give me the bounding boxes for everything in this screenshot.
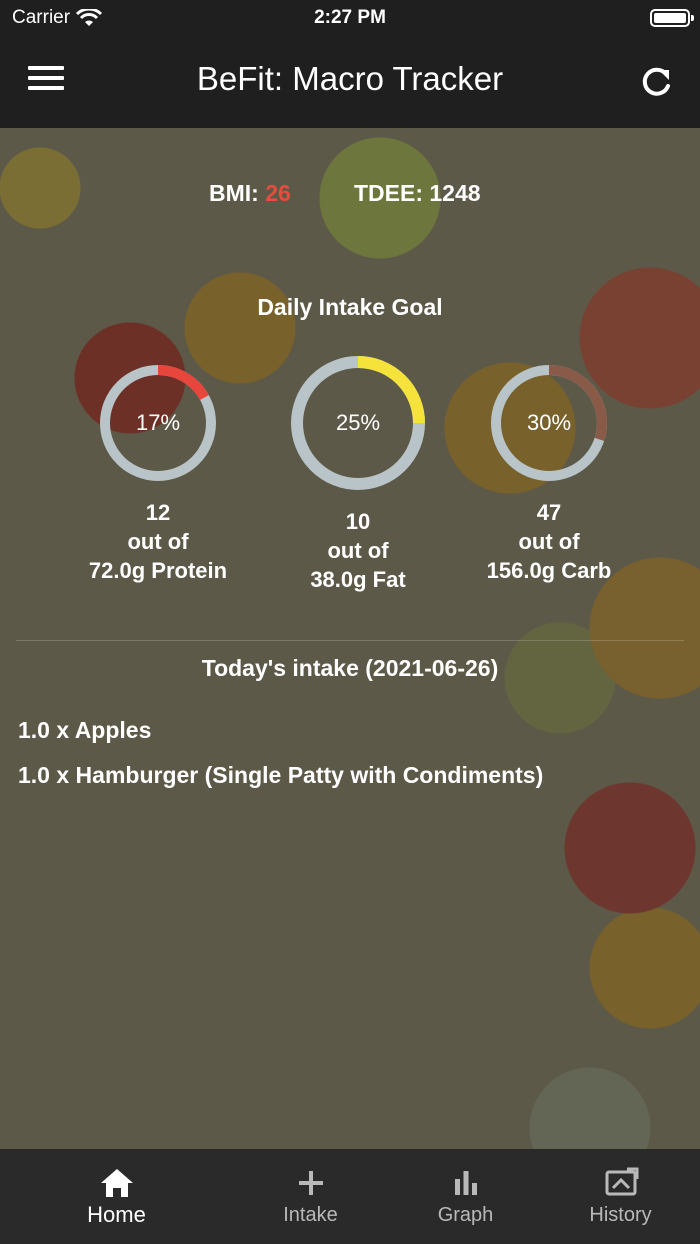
carb-percent: 30% bbox=[526, 410, 572, 435]
bmi-stat: BMI: 26 bbox=[209, 180, 291, 207]
tab-home-label: Home bbox=[87, 1202, 146, 1227]
daily-goal-title: Daily Intake Goal bbox=[257, 294, 443, 320]
history-icon bbox=[605, 1167, 638, 1196]
app-title: BeFit: Macro Tracker bbox=[196, 60, 504, 97]
home-icon bbox=[100, 1169, 133, 1197]
fat-percent: 25% bbox=[335, 410, 381, 435]
carb-label: 47 out of 156.0g Carb bbox=[449, 498, 649, 585]
refresh-icon[interactable] bbox=[636, 62, 676, 102]
carb-consumed: 47 bbox=[536, 500, 562, 525]
tab-intake[interactable]: Intake bbox=[223, 1149, 398, 1244]
tab-home[interactable]: Home bbox=[29, 1149, 204, 1244]
carb-target: 156.0g Carb bbox=[486, 558, 612, 583]
protein-label: 12 out of 72.0g Protein bbox=[58, 498, 258, 585]
protein-consumed: 12 bbox=[145, 500, 171, 525]
tdee-stat: TDEE: 1248 bbox=[354, 180, 481, 206]
fat-ring: 25% bbox=[289, 354, 427, 492]
protein-out-of: out of bbox=[127, 529, 189, 554]
tab-graph[interactable]: Graph bbox=[378, 1149, 553, 1244]
protein-percent: 17% bbox=[135, 410, 181, 435]
fat-consumed: 10 bbox=[345, 509, 371, 534]
status-bar: Carrier 2:27 PM bbox=[0, 0, 700, 36]
section-divider bbox=[16, 640, 684, 641]
todays-intake-title: Today's intake (2021-06-26) bbox=[201, 655, 499, 681]
main-content: BMI: 26 TDEE: 1248 Daily Intake Goal 17%… bbox=[0, 128, 700, 1149]
top-bar: Carrier 2:27 PM BeFit: Macro Tracker bbox=[0, 0, 700, 128]
fat-label: 10 out of 38.0g Fat bbox=[258, 507, 458, 594]
protein-target: 72.0g Protein bbox=[88, 558, 228, 583]
tab-graph-label: Graph bbox=[437, 1204, 494, 1226]
fat-out-of: out of bbox=[327, 538, 389, 563]
navigation-bar: BeFit: Macro Tracker bbox=[0, 36, 700, 128]
intake-item[interactable]: 1.0 x Hamburger (Single Patty with Condi… bbox=[18, 761, 543, 806]
intake-list: 1.0 x Apples 1.0 x Hamburger (Single Pat… bbox=[18, 716, 543, 806]
fat-target: 38.0g Fat bbox=[310, 567, 406, 592]
tab-bar: Home Intake Graph History bbox=[0, 1149, 700, 1244]
bmi-label: BMI: bbox=[209, 180, 259, 206]
clock: 2:27 PM bbox=[314, 7, 386, 28]
carb-ring: 30% bbox=[489, 363, 609, 483]
protein-ring: 17% bbox=[98, 363, 218, 483]
tab-history-label: History bbox=[589, 1204, 652, 1226]
intake-item[interactable]: 1.0 x Apples bbox=[18, 716, 543, 761]
battery-icon bbox=[650, 9, 694, 27]
tab-history[interactable]: History bbox=[533, 1149, 700, 1244]
carb-out-of: out of bbox=[518, 529, 580, 554]
plus-icon bbox=[298, 1171, 323, 1195]
bmi-value: 26 bbox=[265, 180, 291, 206]
tab-intake-label: Intake bbox=[283, 1204, 338, 1226]
bar-chart-icon bbox=[454, 1171, 477, 1195]
